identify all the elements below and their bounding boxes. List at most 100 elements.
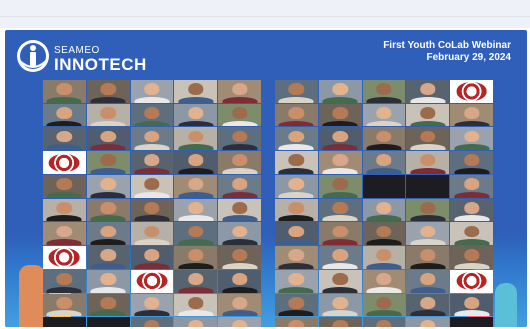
participant-tile <box>275 293 318 317</box>
participant-tile <box>174 293 218 317</box>
participant-face <box>100 154 116 167</box>
seal-graphic <box>456 82 487 101</box>
participant-face <box>188 225 204 238</box>
participant-body <box>410 310 446 317</box>
participant-body <box>134 310 170 317</box>
participant-face <box>332 178 348 190</box>
participant-body <box>278 96 314 103</box>
participant-body <box>134 96 170 103</box>
participant-face <box>100 83 116 95</box>
participant-tile <box>218 80 261 103</box>
participant-face <box>332 106 348 119</box>
participant-tile <box>406 198 450 222</box>
participant-tile <box>275 151 318 174</box>
participant-tile <box>218 198 261 222</box>
event-title-block: First Youth CoLab Webinar February 29, 2… <box>383 40 511 64</box>
participant-tile <box>86 151 130 174</box>
participant-body <box>278 215 314 222</box>
participant-body <box>46 215 82 222</box>
participant-face <box>332 83 348 95</box>
participant-body <box>134 239 170 246</box>
participant-tile <box>318 80 362 103</box>
participant-tile <box>362 246 406 269</box>
participant-tile <box>218 293 261 317</box>
participant-face <box>100 249 116 262</box>
participant-face <box>231 272 248 285</box>
participant-body <box>366 310 402 317</box>
university-seal-icon <box>43 151 86 174</box>
participant-body <box>178 120 214 127</box>
participant-tile <box>130 174 174 198</box>
participant-tile <box>130 222 174 246</box>
participant-body <box>46 310 82 317</box>
participant-tile <box>406 222 450 246</box>
participant-tile <box>130 151 174 174</box>
participant-tile <box>450 222 493 246</box>
participant-face <box>188 272 204 285</box>
participant-tile <box>362 151 406 174</box>
participant-face <box>56 106 73 119</box>
seal-graphic <box>48 248 80 267</box>
participant-face <box>376 296 392 309</box>
participant-tile <box>130 127 174 151</box>
participant-body <box>322 310 358 317</box>
participant-tile <box>86 80 130 103</box>
participant-tile <box>86 103 130 127</box>
participant-body <box>454 168 490 174</box>
participant-face <box>463 201 480 214</box>
participant-tile <box>86 317 130 327</box>
participant-face <box>144 106 160 119</box>
top-divider <box>0 16 530 17</box>
event-title: First Youth CoLab Webinar <box>383 40 511 51</box>
participant-body <box>278 310 314 317</box>
participant-face <box>188 249 204 262</box>
participant-body <box>178 168 214 174</box>
participant-face <box>288 320 305 327</box>
participant-tile <box>130 293 174 317</box>
illustrated-figure <box>19 265 45 327</box>
participant-body <box>222 168 258 174</box>
participant-tile <box>218 222 261 246</box>
participant-face <box>332 249 348 262</box>
participant-face <box>420 130 436 143</box>
participant-body <box>322 239 358 246</box>
participant-body <box>322 215 358 222</box>
participant-face <box>420 225 436 238</box>
participant-tile <box>174 151 218 174</box>
participant-body <box>222 262 258 269</box>
innotech-logo-icon <box>17 40 49 72</box>
participant-body <box>366 262 402 269</box>
participant-tile <box>406 293 450 317</box>
participant-body <box>454 215 490 222</box>
participant-face <box>463 130 480 143</box>
participant-body <box>322 96 358 103</box>
participant-tile <box>362 222 406 246</box>
participant-body <box>454 262 490 269</box>
participant-tile <box>450 246 493 269</box>
participant-face <box>288 154 305 167</box>
participant-body <box>222 120 258 127</box>
seal-graphic <box>48 153 80 172</box>
participant-body <box>178 215 214 222</box>
participant-tile <box>362 103 406 127</box>
participant-face <box>376 272 392 285</box>
participant-face <box>100 178 116 190</box>
participant-face <box>144 83 160 95</box>
participant-tile <box>275 174 318 198</box>
participant-body <box>134 262 170 269</box>
participant-tile <box>174 127 218 151</box>
participant-face <box>188 83 204 95</box>
participant-face <box>56 272 73 285</box>
participant-face <box>288 296 305 309</box>
participant-tile <box>43 269 86 293</box>
participant-face <box>144 130 160 143</box>
participant-tile <box>406 151 450 174</box>
participant-body <box>134 191 170 198</box>
browser-top-bar <box>0 0 530 28</box>
participant-face <box>463 249 480 262</box>
participant-tile <box>130 198 174 222</box>
participant-tile <box>406 103 450 127</box>
participant-face <box>188 320 204 327</box>
participant-body <box>322 191 358 198</box>
participant-face <box>420 249 436 262</box>
